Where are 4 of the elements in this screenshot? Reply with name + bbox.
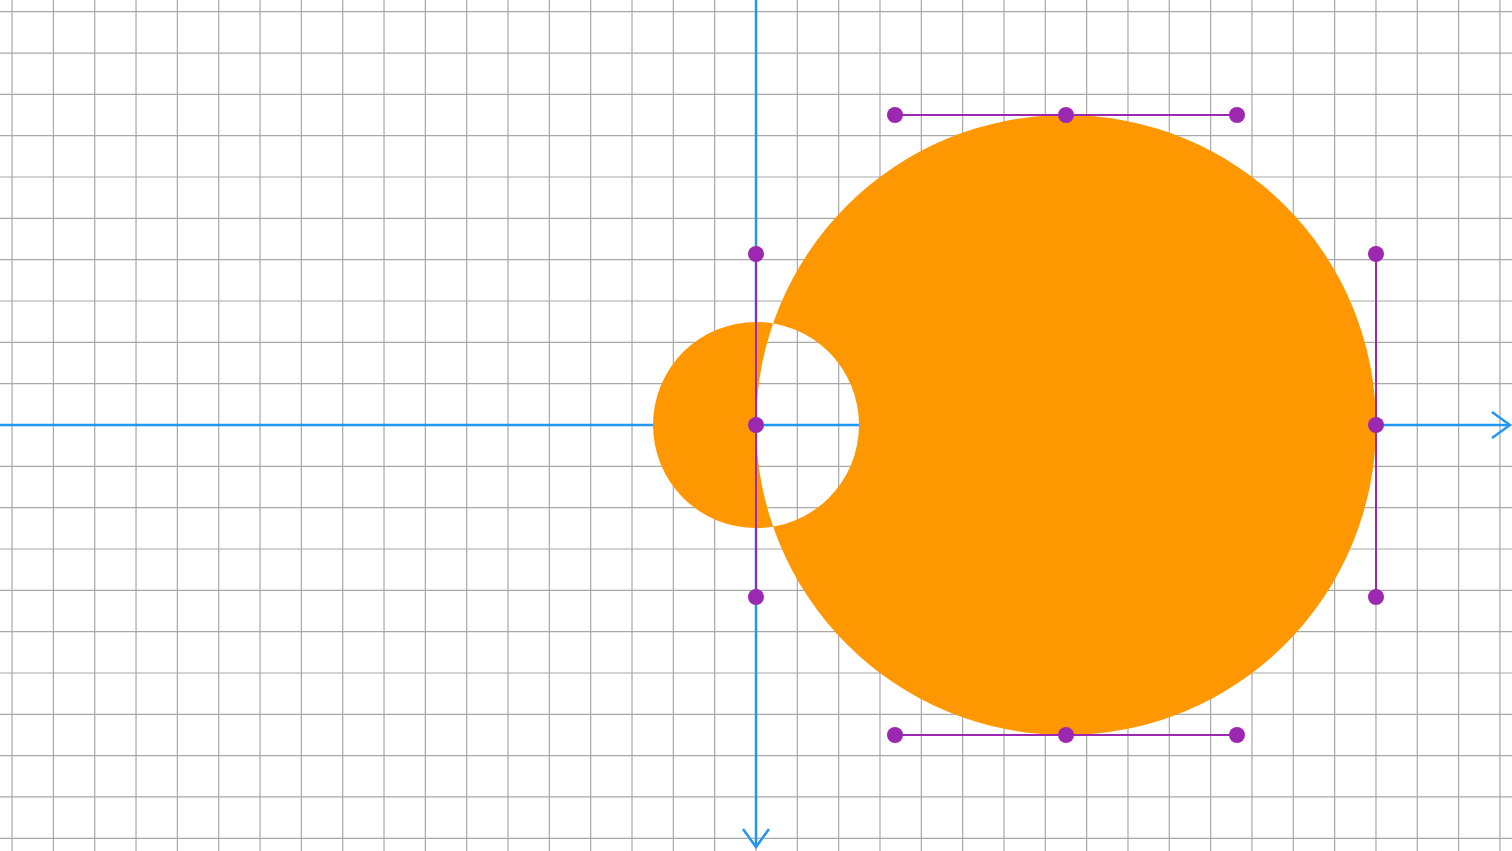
control-handle[interactable] [748,246,764,605]
control-handle[interactable] [887,727,1245,743]
control-handle[interactable] [887,107,1245,123]
control-handle[interactable] [1368,246,1384,605]
